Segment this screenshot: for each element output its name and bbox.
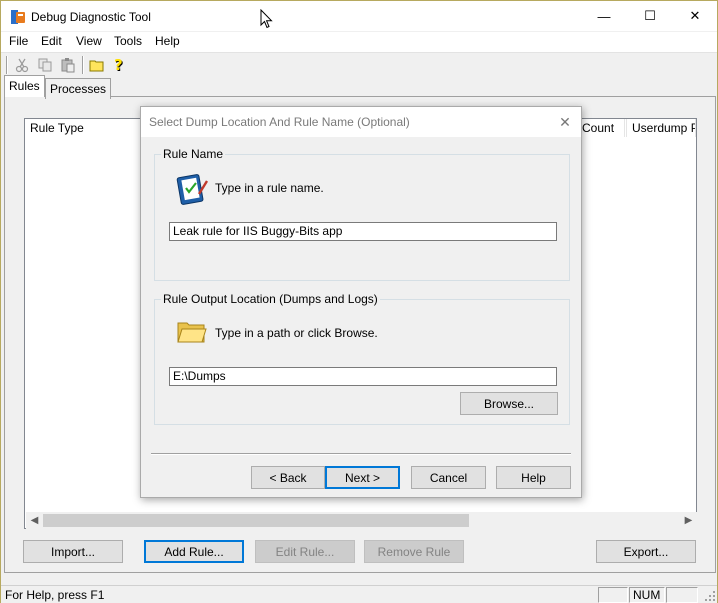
status-panel-scrl bbox=[666, 587, 698, 603]
help-icon[interactable]: ? ? bbox=[112, 57, 128, 73]
import-button[interactable]: Import... bbox=[23, 540, 123, 563]
maximize-button[interactable]: ☐ bbox=[627, 1, 673, 31]
output-location-instruction: Type in a path or click Browse. bbox=[215, 326, 378, 340]
toolbar-separator bbox=[82, 56, 84, 74]
rule-name-group: Rule Name Type in a rule name. Leak rule… bbox=[154, 147, 570, 281]
help-button[interactable]: Help bbox=[496, 466, 571, 489]
status-panel-caps bbox=[598, 587, 628, 603]
output-location-group-label: Rule Output Location (Dumps and Logs) bbox=[161, 292, 380, 306]
output-path-input[interactable]: E:\Dumps bbox=[169, 367, 557, 386]
cancel-button[interactable]: Cancel bbox=[411, 466, 486, 489]
export-button[interactable]: Export... bbox=[596, 540, 696, 563]
help-label: Help bbox=[521, 470, 546, 485]
scroll-left-icon[interactable]: ◀ bbox=[26, 512, 43, 529]
cancel-label: Cancel bbox=[429, 470, 468, 485]
menu-edit[interactable]: Edit bbox=[41, 34, 62, 48]
menu-bar: File Edit View Tools Help bbox=[1, 32, 717, 52]
copy-icon[interactable] bbox=[37, 57, 53, 73]
toolbar: ? ? bbox=[1, 52, 717, 76]
svg-text:?: ? bbox=[114, 57, 123, 73]
add-rule-button[interactable]: Add Rule... bbox=[144, 540, 244, 563]
status-help-text: For Help, press F1 bbox=[5, 588, 105, 602]
edit-rule-button[interactable]: Edit Rule... bbox=[255, 540, 355, 563]
column-header-userdump-path[interactable]: Userdump Pa bbox=[626, 119, 696, 137]
scroll-right-icon[interactable]: ▶ bbox=[680, 512, 697, 529]
folder-icon bbox=[177, 322, 207, 343]
export-label: Export... bbox=[623, 544, 669, 559]
dialog-title: Select Dump Location And Rule Name (Opti… bbox=[149, 115, 410, 129]
dialog-title-bar[interactable]: Select Dump Location And Rule Name (Opti… bbox=[141, 107, 581, 137]
edit-rule-label: Edit Rule... bbox=[275, 544, 335, 559]
horizontal-scrollbar[interactable]: ◀ ▶ bbox=[26, 512, 697, 529]
browse-button[interactable]: Browse... bbox=[460, 392, 558, 415]
scroll-thumb[interactable] bbox=[43, 514, 469, 527]
remove-rule-button[interactable]: Remove Rule bbox=[364, 540, 464, 563]
add-rule-label: Add Rule... bbox=[164, 544, 224, 559]
open-folder-icon[interactable] bbox=[89, 57, 105, 73]
remove-rule-label: Remove Rule bbox=[377, 544, 451, 559]
import-label: Import... bbox=[50, 544, 95, 559]
status-bar: For Help, press F1 NUM bbox=[1, 585, 717, 603]
menu-view[interactable]: View bbox=[76, 34, 102, 48]
notepad-check-icon bbox=[176, 174, 209, 205]
browse-label: Browse... bbox=[483, 396, 534, 411]
next-label: Next > bbox=[344, 470, 380, 485]
output-location-group: Rule Output Location (Dumps and Logs) Ty… bbox=[154, 292, 570, 425]
tab-processes[interactable]: Processes bbox=[45, 78, 112, 99]
column-header-rule-type[interactable]: Rule Type bbox=[25, 119, 143, 137]
column-header-count[interactable]: Count bbox=[577, 119, 625, 137]
main-window: Debug Diagnostic Tool — ☐ ✕ File Edit Vi… bbox=[0, 0, 718, 603]
rule-name-input[interactable]: Leak rule for IIS Buggy-Bits app bbox=[169, 222, 557, 241]
rule-name-instruction: Type in a rule name. bbox=[215, 181, 324, 195]
close-button[interactable]: ✕ bbox=[672, 1, 718, 31]
menu-help[interactable]: Help bbox=[155, 34, 180, 48]
paste-icon[interactable] bbox=[60, 57, 76, 73]
menu-file[interactable]: File bbox=[9, 34, 28, 48]
dialog-separator bbox=[151, 453, 571, 455]
dialog-close-icon[interactable]: ✕ bbox=[553, 111, 577, 133]
window-title: Debug Diagnostic Tool bbox=[31, 10, 151, 24]
select-dump-location-dialog: Select Dump Location And Rule Name (Opti… bbox=[140, 106, 582, 498]
status-panel-num: NUM bbox=[629, 587, 665, 603]
app-icon bbox=[11, 10, 25, 24]
mouse-cursor-icon bbox=[260, 9, 273, 29]
back-button[interactable]: < Back bbox=[251, 466, 325, 489]
rule-name-group-label: Rule Name bbox=[161, 147, 226, 161]
resize-grip-icon[interactable] bbox=[704, 590, 716, 602]
cut-icon[interactable] bbox=[14, 57, 30, 73]
back-label: < Back bbox=[269, 470, 307, 485]
toolbar-separator bbox=[6, 56, 8, 74]
tab-rules[interactable]: Rules bbox=[4, 75, 45, 97]
minimize-button[interactable]: — bbox=[581, 1, 627, 31]
menu-tools[interactable]: Tools bbox=[114, 34, 142, 48]
title-bar[interactable]: Debug Diagnostic Tool — ☐ ✕ bbox=[1, 1, 717, 31]
next-button[interactable]: Next > bbox=[325, 466, 400, 489]
